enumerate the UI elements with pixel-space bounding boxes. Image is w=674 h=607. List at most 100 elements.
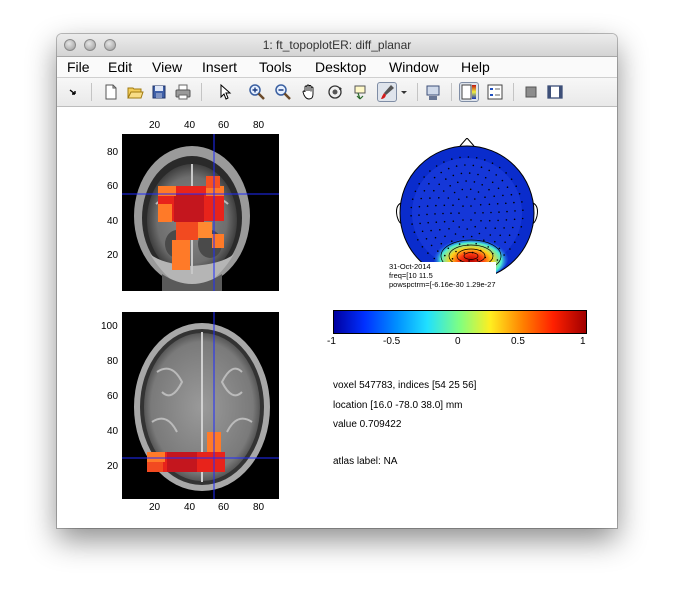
sensor-dot xyxy=(453,191,456,194)
sensor-dot xyxy=(427,252,429,254)
sensor-dot xyxy=(435,221,438,223)
menu-file[interactable]: File xyxy=(67,59,90,75)
save-icon[interactable] xyxy=(149,82,169,102)
sensor-dot xyxy=(487,246,489,248)
sensor-dot xyxy=(504,241,506,243)
sensor-dot xyxy=(488,203,491,206)
data-cursor-icon[interactable] xyxy=(351,82,371,102)
menu-edit[interactable]: Edit xyxy=(108,59,132,75)
sensor-dot xyxy=(497,187,500,190)
sensor-dot xyxy=(514,241,516,243)
figure-window: 1: ft_topoplotER: diff_planar File Edit … xyxy=(57,34,617,528)
sensor-dot xyxy=(452,174,455,177)
window-title: 1: ft_topoplotER: diff_planar xyxy=(262,38,412,52)
sensor-dot xyxy=(470,219,472,221)
sensor-dot xyxy=(449,185,451,187)
sensor-dot xyxy=(447,247,450,250)
sensor-dot xyxy=(474,225,476,228)
menu-help[interactable]: Help xyxy=(461,59,490,75)
sensor-dot xyxy=(475,242,477,245)
sensor-dot xyxy=(495,174,497,176)
sensor-dot xyxy=(458,243,461,245)
sensor-dot xyxy=(497,219,499,222)
rotate-3d-icon[interactable] xyxy=(325,82,345,102)
axial-ytick: 80 xyxy=(107,356,119,367)
sensor-dot xyxy=(413,231,416,233)
colorbar-toggle-icon[interactable] xyxy=(459,82,479,102)
sensor-dot xyxy=(514,210,516,212)
sensor-dot xyxy=(502,194,504,197)
menu-desktop[interactable]: Desktop xyxy=(315,59,366,75)
colorbar-tick: -0.5 xyxy=(383,336,401,347)
sensor-dot xyxy=(492,252,494,255)
sensor-dot xyxy=(512,226,514,229)
sensor-dot xyxy=(442,212,444,215)
print-icon[interactable] xyxy=(173,82,193,102)
axial-slice-axes[interactable] xyxy=(122,312,279,499)
menu-view[interactable]: View xyxy=(152,59,182,75)
sensor-dot xyxy=(499,234,501,237)
sensor-dot xyxy=(458,226,460,228)
sensor-dot xyxy=(438,183,440,186)
sensor-dot xyxy=(455,250,457,253)
title-bar[interactable]: 1: ft_topoplotER: diff_planar xyxy=(57,34,617,57)
sensor-dot xyxy=(457,181,459,184)
sensor-dot xyxy=(505,172,507,174)
sensor-dot xyxy=(484,196,486,198)
brush-dropdown-icon[interactable] xyxy=(399,82,409,102)
sensor-dot xyxy=(498,166,501,169)
menu-window[interactable]: Window xyxy=(389,59,439,75)
sensor-dot xyxy=(479,204,482,206)
legend-toggle-icon[interactable] xyxy=(485,82,505,102)
coronal-slice-axes[interactable] xyxy=(122,134,279,291)
zoom-in-icon[interactable] xyxy=(247,82,267,102)
sensor-dot xyxy=(440,171,442,174)
sensor-dot xyxy=(448,228,450,230)
axial-ytick: 100 xyxy=(101,321,118,332)
sensor-dot xyxy=(488,188,490,191)
sensor-dot xyxy=(468,172,471,174)
sensor-dot xyxy=(471,251,474,254)
arrow-small-icon[interactable] xyxy=(63,82,83,102)
sensor-dot xyxy=(480,220,482,222)
colorbar-tick: 0.5 xyxy=(511,336,525,347)
axial-mri-image xyxy=(122,312,279,499)
new-figure-icon[interactable] xyxy=(101,82,121,102)
sensor-dot xyxy=(437,250,439,252)
sensor-dot xyxy=(496,259,499,261)
location-info: location [16.0 -78.0 38.0] mm xyxy=(333,400,463,411)
sensor-dot xyxy=(433,189,435,192)
brush-icon[interactable] xyxy=(377,82,397,102)
sensor-dot xyxy=(450,212,452,214)
hide-plot-tools-icon[interactable] xyxy=(521,82,541,102)
show-plot-tools-icon[interactable] xyxy=(545,82,565,102)
sensor-dot xyxy=(509,248,511,250)
sensor-dot xyxy=(420,197,422,200)
sensor-dot xyxy=(472,164,475,167)
sensor-dot xyxy=(463,252,466,254)
menu-tools[interactable]: Tools xyxy=(259,59,292,75)
coronal-xtick: 20 xyxy=(149,120,161,131)
sensor-dot xyxy=(484,159,486,161)
open-icon[interactable] xyxy=(125,82,145,102)
annotation-freq: freq=[10 11.5 xyxy=(389,271,433,280)
sensor-dot xyxy=(433,176,436,179)
sensor-dot xyxy=(433,257,436,260)
sensor-dot xyxy=(427,221,429,224)
zoom-out-icon[interactable] xyxy=(273,82,293,102)
pan-hand-icon[interactable] xyxy=(299,82,319,102)
menu-insert[interactable]: Insert xyxy=(202,59,237,75)
sensor-dot xyxy=(491,162,494,164)
sensor-dot xyxy=(465,180,467,182)
coronal-xtick: 40 xyxy=(184,120,196,131)
sensor-dot xyxy=(513,201,515,204)
sensor-dot xyxy=(484,176,487,179)
sensor-dot xyxy=(490,211,492,214)
sensor-dot xyxy=(521,217,524,220)
menu-bar: File Edit View Insert Tools Desktop Wind… xyxy=(57,57,617,78)
link-plot-icon[interactable] xyxy=(423,82,443,102)
sensor-dot xyxy=(513,218,516,221)
select-pointer-icon[interactable] xyxy=(215,82,235,102)
colorbar[interactable] xyxy=(333,310,587,334)
sensor-dot xyxy=(435,165,438,167)
